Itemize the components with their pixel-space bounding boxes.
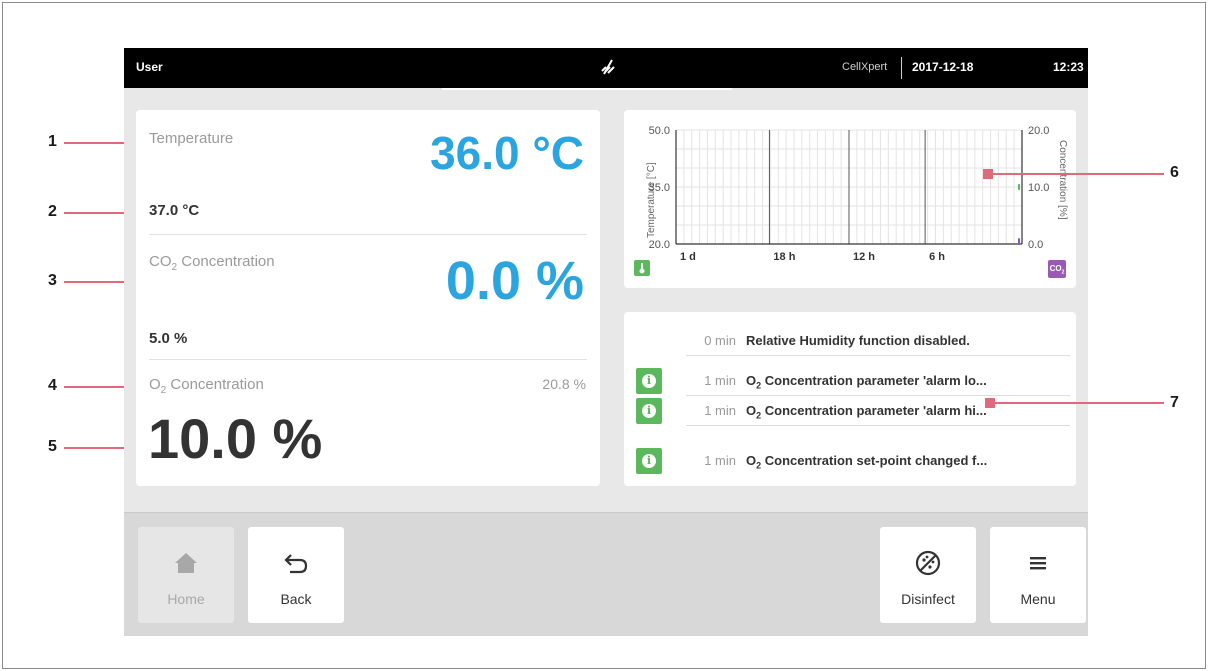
status-time: 12:23 — [1053, 60, 1084, 74]
log-entry[interactable]: 1 min O2 Concentration parameter 'alarm … — [686, 396, 1070, 426]
divider-2 — [149, 359, 587, 360]
disinfect-icon — [915, 550, 941, 576]
y-right-axis-label: Concentration [%] — [1057, 140, 1068, 220]
log-message: O2 Concentration set-point changed f... — [746, 453, 988, 471]
log-time: 1 min — [704, 373, 736, 388]
log-time: 0 min — [704, 333, 736, 348]
callout-7: 7 — [1170, 394, 1179, 411]
callout-line-6 — [988, 173, 1164, 175]
y-right-tick-label: 20.0 — [1028, 125, 1049, 137]
log-entry[interactable]: 0 min Relative Humidity function disable… — [686, 326, 1070, 356]
callout-3: 3 — [48, 272, 57, 289]
log-message: Relative Humidity function disabled. — [746, 333, 970, 348]
thermometer-badge — [634, 260, 650, 276]
x-tick-label: 6 h — [929, 251, 945, 263]
menu-button[interactable]: Menu — [990, 527, 1086, 623]
brand-name: CellXpert — [842, 61, 888, 73]
temperature-label: Temperature — [149, 130, 234, 147]
callout-line-7 — [990, 402, 1164, 404]
y-left-tick-label: 20.0 — [649, 239, 670, 251]
disinfect-button-label: Disinfect — [901, 591, 955, 607]
info-icon: i — [642, 404, 656, 418]
bottom-bar: Home Back Disinfect Menu — [124, 512, 1088, 636]
x-tick-label: 12 h — [853, 251, 875, 263]
y-right-tick-label: 0.0 — [1028, 239, 1043, 251]
callout-4: 4 — [48, 377, 57, 394]
co2-badge: CO2 — [1048, 260, 1066, 278]
back-button-label: Back — [280, 591, 312, 607]
connection-off-icon — [601, 59, 615, 75]
log-divider — [686, 425, 1070, 426]
o2-label: O2 Concentration — [149, 376, 264, 396]
info-badge: i — [636, 448, 662, 474]
event-log-card[interactable]: 0 min Relative Humidity function disable… — [624, 312, 1076, 486]
user-label[interactable]: User — [136, 60, 163, 74]
thermometer-icon — [639, 263, 645, 274]
info-badge: i — [636, 398, 662, 424]
info-icon: i — [642, 454, 656, 468]
back-button[interactable]: Back — [248, 527, 344, 623]
callout-5: 5 — [48, 438, 57, 455]
log-message: O2 Concentration parameter 'alarm hi... — [746, 403, 987, 421]
back-arrow-icon — [284, 554, 308, 574]
status-date: 2017-12-18 — [912, 60, 974, 74]
log-entry[interactable]: 1 min O2 Concentration set-point changed… — [686, 446, 1070, 476]
co2-actual[interactable]: 0.0 % — [446, 250, 584, 312]
home-button[interactable]: Home — [138, 527, 234, 623]
disinfect-button[interactable]: Disinfect — [880, 527, 976, 623]
info-badge: i — [636, 368, 662, 394]
log-time: 1 min — [704, 453, 736, 468]
temperature-actual[interactable]: 36.0 °C — [430, 126, 584, 180]
y-right-tick-label: 10.0 — [1028, 182, 1049, 194]
status-separator — [901, 57, 902, 79]
y-left-tick-label: 50.0 — [649, 125, 670, 137]
trend-chart[interactable]: Temperature [°C] Concentration [%] 50.0 3… — [624, 110, 1076, 288]
x-tick-label: 1 d — [680, 251, 696, 263]
active-page-indicator — [442, 88, 732, 90]
callout-1: 1 — [48, 133, 57, 150]
callout-2: 2 — [48, 203, 57, 220]
chart-card[interactable]: Temperature [°C] Concentration [%] 50.0 3… — [624, 110, 1076, 288]
menu-icon — [1030, 557, 1046, 570]
home-icon — [175, 553, 197, 573]
home-button-label: Home — [167, 591, 205, 607]
x-tick-label: 18 h — [773, 251, 795, 263]
y-left-tick-label: 35.0 — [649, 182, 670, 194]
log-divider — [686, 355, 1070, 356]
co2-label: CO2 Concentration — [149, 253, 275, 273]
chart-grid — [675, 129, 1023, 245]
status-bar: User CellXpert 2017-12-18 12:23 — [124, 48, 1088, 88]
log-time: 1 min — [704, 403, 736, 418]
info-icon: i — [642, 374, 656, 388]
values-card[interactable]: Temperature 36.0 °C 37.0 °C CO2 Concentr… — [136, 110, 600, 486]
log-message: O2 Concentration parameter 'alarm lo... — [746, 373, 987, 391]
callout-6: 6 — [1170, 164, 1179, 181]
divider-1 — [149, 234, 587, 235]
device-screen: User CellXpert 2017-12-18 12:23 Temperat… — [124, 48, 1088, 636]
o2-setpoint[interactable]: 20.8 % — [542, 376, 586, 392]
o2-actual[interactable]: 10.0 % — [148, 406, 322, 471]
temperature-setpoint[interactable]: 37.0 °C — [149, 202, 199, 219]
co2-setpoint[interactable]: 5.0 % — [149, 330, 187, 347]
log-entry[interactable]: 1 min O2 Concentration parameter 'alarm … — [686, 366, 1070, 396]
menu-button-label: Menu — [1020, 591, 1056, 607]
y-left-axis-label: Temperature [°C] — [646, 162, 657, 238]
